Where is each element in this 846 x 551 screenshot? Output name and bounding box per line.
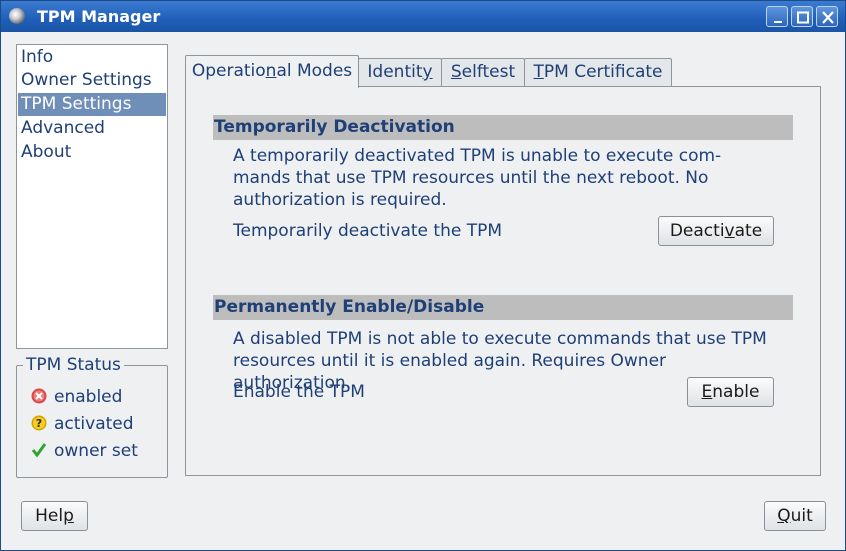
title-bar[interactable]: TPM Manager <box>1 1 845 32</box>
window-title: TPM Manager <box>37 7 161 26</box>
close-button[interactable] <box>816 6 838 27</box>
deactivation-description: A temporarily deactivated TPM is unable … <box>233 146 722 210</box>
enable-action-label: Enable the TPM <box>233 382 365 402</box>
button-label: uit <box>790 506 813 526</box>
tab-identity[interactable]: Identity <box>358 58 442 87</box>
tpm-manager-window: TPM Manager Info Owner Settings TPM Sett… <box>0 0 846 551</box>
status-enabled: enabled <box>31 386 122 408</box>
button-label: nable <box>712 382 760 402</box>
question-icon: ? <box>31 415 47 431</box>
button-label: ate <box>734 221 763 241</box>
button-label: Deacti <box>669 221 725 241</box>
status-owner-set: owner set <box>31 440 138 462</box>
button-label: Hel <box>35 506 64 526</box>
minimize-icon <box>774 21 782 23</box>
deactivation-section-header: Temporarily Deactivation <box>213 115 793 140</box>
deactivate-button[interactable]: Deactivate <box>658 216 774 246</box>
tab-label: PM Certificate <box>543 62 663 82</box>
status-enabled-label: enabled <box>54 387 123 407</box>
checkmark-icon <box>31 443 47 458</box>
button-mnemonic: Q <box>777 506 791 526</box>
error-icon <box>31 388 47 404</box>
button-mnemonic: p <box>63 506 74 526</box>
tpm-status-title: TPM Status <box>23 355 124 375</box>
close-icon <box>822 11 834 24</box>
maximize-icon <box>797 11 809 24</box>
sidebar-item-info[interactable]: Info <box>18 46 166 69</box>
enable-button[interactable]: Enable <box>687 377 774 407</box>
quit-button[interactable]: Quit <box>764 501 826 531</box>
tab-tpm-certificate[interactable]: TPM Certificate <box>524 58 672 87</box>
operational-modes-panel: Temporarily Deactivation A temporarily d… <box>185 86 821 476</box>
settings-category-list: Info Owner Settings TPM Settings Advance… <box>16 44 168 349</box>
sidebar-item-owner-settings[interactable]: Owner Settings <box>18 69 166 92</box>
tpm-status-group: TPM Status enabled ? activated owner set <box>16 355 168 478</box>
sidebar-item-tpm-settings[interactable]: TPM Settings <box>18 93 166 116</box>
tab-operational-modes[interactable]: Operational Modes <box>185 55 359 88</box>
svg-text:?: ? <box>36 417 42 430</box>
status-activated-label: activated <box>54 414 134 434</box>
status-activated: ? activated <box>31 413 134 435</box>
tab-selftest[interactable]: Selftest <box>441 58 525 87</box>
tab-label: elftest <box>461 62 516 82</box>
tab-label: Identit <box>367 62 423 82</box>
sidebar-item-about[interactable]: About <box>18 141 166 164</box>
deactivate-action-label: Temporarily deactivate the TPM <box>233 221 503 241</box>
maximize-button[interactable] <box>791 6 813 27</box>
tab-mnemonic: S <box>450 62 462 82</box>
tab-mnemonic: y <box>422 62 433 82</box>
minimize-button[interactable] <box>766 6 788 27</box>
button-mnemonic: v <box>724 221 735 241</box>
sidebar-item-advanced[interactable]: Advanced <box>18 117 166 140</box>
tab-mnemonic: T <box>533 62 544 82</box>
help-button[interactable]: Help <box>21 501 88 531</box>
app-icon[interactable] <box>9 8 25 24</box>
tab-label: Operatio <box>191 61 266 81</box>
tab-label: al Modes <box>276 61 353 81</box>
tab-mnemonic: n <box>265 61 277 81</box>
button-mnemonic: E <box>701 382 713 402</box>
enable-section-header: Permanently Enable/Disable <box>213 295 793 320</box>
status-owner-set-label: owner set <box>54 441 138 461</box>
